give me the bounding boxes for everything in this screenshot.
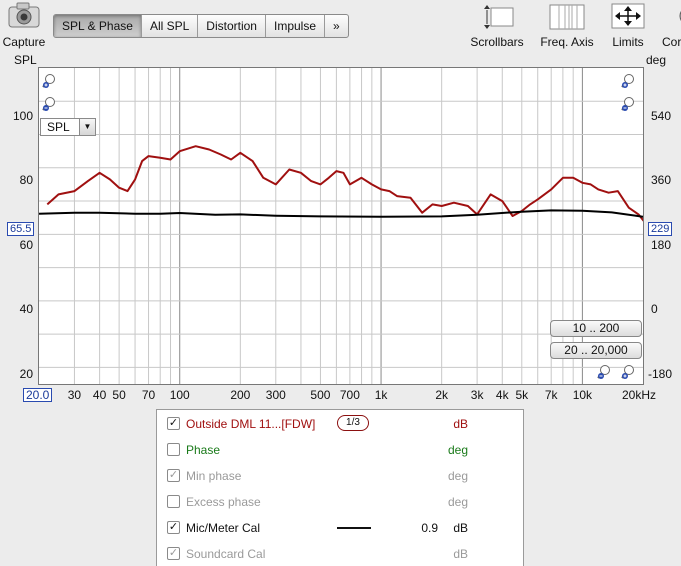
zoom-in-icon[interactable] bbox=[621, 73, 635, 89]
zoom-out-icon[interactable] bbox=[621, 96, 635, 112]
x-tick-label: 10k bbox=[572, 388, 593, 402]
y2-tick-label: 180 bbox=[651, 238, 672, 252]
range-button-20-20000[interactable]: 20 .. 20,000 bbox=[550, 342, 642, 359]
gear-icon bbox=[679, 10, 681, 22]
y-tick-label: 60 bbox=[19, 238, 33, 252]
tab-4[interactable]: » bbox=[325, 15, 348, 37]
trace-checkbox[interactable]: ✓ bbox=[167, 521, 180, 534]
trace-name: Soundcard Cal bbox=[186, 547, 266, 561]
y-tick-label: 40 bbox=[19, 302, 33, 316]
tab-0[interactable]: SPL & Phase bbox=[54, 15, 142, 37]
trace-line-swatch bbox=[337, 527, 371, 529]
x-tick-label: 7k bbox=[544, 388, 558, 402]
scrollbars-tool[interactable]: Scrollbars bbox=[468, 2, 526, 49]
legend-row: ✓ Mic/Meter Cal 0.9 dB bbox=[157, 514, 523, 540]
controls-tool[interactable]: Cor bbox=[660, 2, 681, 49]
controls-label: Cor bbox=[662, 35, 681, 49]
trace-checkbox[interactable]: ✓ bbox=[167, 417, 180, 430]
x-tick-label: 200 bbox=[230, 388, 251, 402]
y-tick-label: 100 bbox=[12, 109, 33, 123]
left-axis-title: SPL bbox=[14, 53, 37, 67]
trace-unit: dB bbox=[453, 417, 468, 431]
trace-legend: ✓ Outside DML 11...[FDW] 1/3 dB Phase deg ✓ Min… bbox=[156, 409, 524, 566]
spl-select-value: SPL bbox=[47, 120, 70, 134]
capture-tool[interactable]: Capture bbox=[2, 2, 46, 49]
x-tick-label: 40 bbox=[92, 388, 107, 402]
trace-unit: deg bbox=[447, 469, 468, 483]
chevron-down-icon: ▼ bbox=[79, 119, 95, 135]
x-tick-label: 3k bbox=[470, 388, 484, 402]
trace-checkbox[interactable] bbox=[167, 443, 180, 456]
y-tick-label: 80 bbox=[19, 173, 33, 187]
legend-row: Excess phase deg bbox=[157, 488, 523, 514]
series-line-mic-cal bbox=[39, 209, 643, 218]
x-tick-label: 20kHz bbox=[621, 388, 657, 402]
trace-unit: dB bbox=[453, 547, 468, 561]
x-tick-label: 100 bbox=[169, 388, 190, 402]
zoom-out-icon[interactable] bbox=[42, 96, 56, 112]
plot-area[interactable] bbox=[38, 67, 644, 385]
x-tick-label: 300 bbox=[265, 388, 286, 402]
x-tick-label: 4k bbox=[495, 388, 509, 402]
trace-name: Excess phase bbox=[186, 495, 261, 509]
x-tick-label: 700 bbox=[339, 388, 360, 402]
trace-name: Mic/Meter Cal bbox=[186, 521, 261, 535]
range-button-10-200[interactable]: 10 .. 200 bbox=[550, 320, 642, 337]
x-tick-label: 500 bbox=[310, 388, 331, 402]
scrollbars-label: Scrollbars bbox=[470, 35, 524, 49]
trace-checkbox[interactable]: ✓ bbox=[167, 469, 180, 482]
zoom-in-icon[interactable] bbox=[621, 364, 635, 380]
right-axis-title: deg bbox=[646, 53, 667, 67]
scrollbars-icon bbox=[484, 5, 514, 29]
x-tick-label: 50 bbox=[112, 388, 126, 402]
x-tick-label: 5k bbox=[515, 388, 529, 402]
freq-axis-icon bbox=[549, 4, 585, 30]
y2-tick-label: 540 bbox=[651, 109, 672, 123]
x-tick-label: 2k bbox=[435, 388, 448, 402]
capture-label: Capture bbox=[2, 35, 46, 49]
zoom-out-icon[interactable] bbox=[597, 364, 611, 380]
trace-unit: dB bbox=[453, 521, 468, 535]
y2-tick-label: 0 bbox=[651, 302, 658, 316]
left-cursor-value: 65.5 bbox=[7, 222, 35, 236]
trace-checkbox[interactable] bbox=[167, 495, 180, 508]
graph-tabs: SPL & Phase All SPL Distortion Impulse» bbox=[53, 14, 349, 38]
x-tick-label: 30 bbox=[67, 388, 82, 402]
trace-checkbox[interactable]: ✓ bbox=[167, 547, 180, 560]
legend-row: ✓ Min phase deg bbox=[157, 462, 523, 488]
spl-select[interactable]: SPL ▼ bbox=[40, 118, 96, 136]
freq-axis-label: Freq. Axis bbox=[540, 35, 594, 49]
right-cursor-value: 229 bbox=[648, 222, 673, 236]
y-tick-label: 20 bbox=[19, 367, 33, 381]
tab-3[interactable]: Impulse bbox=[266, 15, 326, 37]
zoom-in-icon[interactable] bbox=[42, 73, 56, 89]
tab-2[interactable]: Distortion bbox=[198, 15, 266, 37]
trace-name: Min phase bbox=[186, 469, 242, 483]
trace-value: 0.9 bbox=[421, 521, 438, 535]
x-tick-label: 70 bbox=[141, 388, 156, 402]
smoothing-badge[interactable]: 1/3 bbox=[337, 415, 369, 431]
camera-icon bbox=[8, 2, 40, 28]
tab-1[interactable]: All SPL bbox=[142, 15, 199, 37]
y2-tick-label: -180 bbox=[648, 367, 673, 381]
limits-label: Limits bbox=[612, 35, 644, 49]
trace-name: Outside DML 11...[FDW] bbox=[186, 417, 316, 431]
limits-icon bbox=[611, 3, 645, 29]
x-tick-label: 1k bbox=[374, 388, 388, 402]
trace-name: Phase bbox=[186, 443, 221, 457]
legend-row: Phase deg bbox=[157, 436, 523, 462]
legend-row: ✓ Outside DML 11...[FDW] 1/3 dB bbox=[157, 410, 523, 436]
y2-tick-label: 360 bbox=[651, 173, 672, 187]
trace-unit: deg bbox=[447, 495, 468, 509]
limits-tool[interactable]: Limits bbox=[606, 2, 650, 49]
freq-axis-tool[interactable]: Freq. Axis bbox=[538, 2, 596, 49]
trace-unit: deg bbox=[447, 443, 468, 457]
legend-row: ✓ Soundcard Cal dB bbox=[157, 540, 523, 566]
x-start-value[interactable]: 20.0 bbox=[23, 388, 53, 402]
